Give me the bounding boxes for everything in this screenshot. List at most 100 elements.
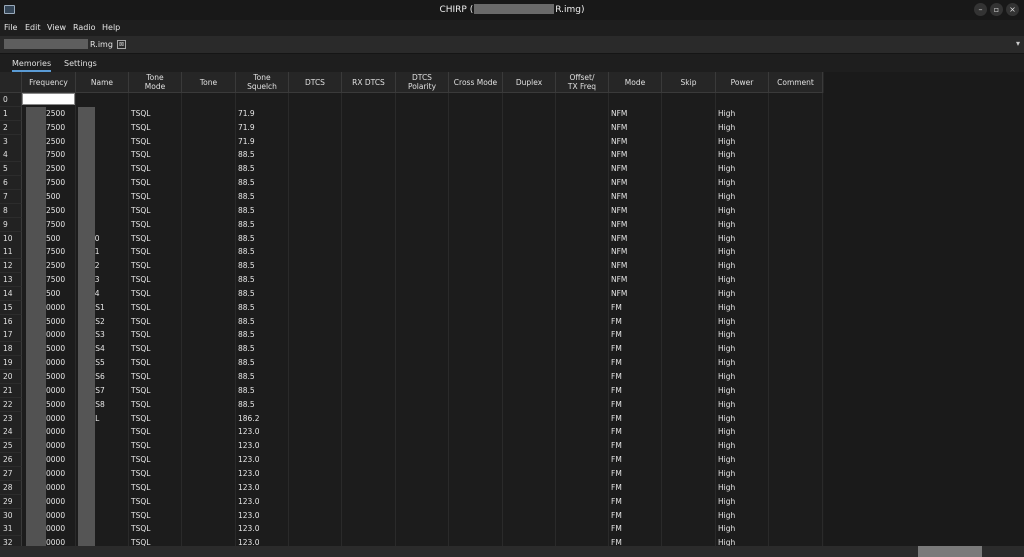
cell-dtcs[interactable] [289, 301, 342, 315]
cell-power[interactable] [716, 93, 769, 107]
cell-mode[interactable]: NFM [609, 107, 662, 121]
column-header-rx-dtcs[interactable]: RX DTCS [342, 72, 396, 93]
cell-power[interactable]: High [716, 287, 769, 301]
cell-power[interactable]: High [716, 453, 769, 467]
row-number[interactable]: 3 [0, 135, 22, 149]
cell-comment[interactable] [769, 232, 823, 246]
cell-mode[interactable]: FM [609, 412, 662, 426]
cell-skip[interactable] [662, 259, 716, 273]
cell-duplex[interactable] [503, 328, 556, 342]
cell-comment[interactable] [769, 425, 823, 439]
cell-comment[interactable] [769, 148, 823, 162]
cell-skip[interactable] [662, 162, 716, 176]
cell-dtcs[interactable] [289, 135, 342, 149]
cell-cross-mode[interactable] [449, 328, 503, 342]
row-number[interactable]: 11 [0, 245, 22, 259]
cell-offset[interactable] [556, 495, 609, 509]
cell-comment[interactable] [769, 467, 823, 481]
cell-offset[interactable] [556, 509, 609, 523]
cell-tone[interactable] [182, 522, 236, 536]
cell-tone-mode[interactable]: TSQL [129, 259, 182, 273]
cell-dtcs[interactable] [289, 176, 342, 190]
cell-skip[interactable] [662, 218, 716, 232]
cell-power[interactable]: High [716, 536, 769, 546]
cell-tone[interactable] [182, 425, 236, 439]
row-number[interactable]: 4 [0, 148, 22, 162]
cell-rx-dtcs[interactable] [342, 176, 396, 190]
cell-tone-squelch[interactable]: 88.5 [236, 328, 289, 342]
row-number[interactable]: 32 [0, 536, 22, 546]
cell-dtcs-polarity[interactable] [396, 135, 449, 149]
cell-tone-mode[interactable]: TSQL [129, 162, 182, 176]
cell-tone[interactable] [182, 301, 236, 315]
cell-duplex[interactable] [503, 259, 556, 273]
cell-duplex[interactable] [503, 232, 556, 246]
cell-duplex[interactable] [503, 398, 556, 412]
cell-cross-mode[interactable] [449, 176, 503, 190]
cell-cross-mode[interactable] [449, 453, 503, 467]
cell-rx-dtcs[interactable] [342, 107, 396, 121]
cell-skip[interactable] [662, 93, 716, 107]
cell-tone-squelch[interactable]: 123.0 [236, 536, 289, 546]
cell-tone[interactable] [182, 412, 236, 426]
cell-dtcs[interactable] [289, 481, 342, 495]
cell-offset[interactable] [556, 370, 609, 384]
row-number[interactable]: 21 [0, 384, 22, 398]
row-number[interactable]: 9 [0, 218, 22, 232]
cell-tone[interactable] [182, 439, 236, 453]
cell-mode[interactable]: FM [609, 370, 662, 384]
cell-rx-dtcs[interactable] [342, 162, 396, 176]
cell-offset[interactable] [556, 398, 609, 412]
cell-tone[interactable] [182, 536, 236, 546]
row-number[interactable]: 24 [0, 425, 22, 439]
cell-tone-squelch[interactable]: 88.5 [236, 273, 289, 287]
row-number[interactable]: 1 [0, 107, 22, 121]
row-number[interactable]: 23 [0, 412, 22, 426]
row-number[interactable]: 28 [0, 481, 22, 495]
cell-rx-dtcs[interactable] [342, 218, 396, 232]
cell-dtcs[interactable] [289, 536, 342, 546]
row-number[interactable]: 20 [0, 370, 22, 384]
cell-tone-mode[interactable]: TSQL [129, 356, 182, 370]
cell-mode[interactable]: NFM [609, 121, 662, 135]
tab-list-dropdown-icon[interactable]: ▾ [1016, 39, 1020, 48]
column-header-dtcs-polarity[interactable]: DTCS Polarity [396, 72, 449, 93]
cell-power[interactable]: High [716, 273, 769, 287]
cell-dtcs-polarity[interactable] [396, 245, 449, 259]
cell-offset[interactable] [556, 107, 609, 121]
cell-tone-mode[interactable]: TSQL [129, 384, 182, 398]
cell-tone[interactable] [182, 342, 236, 356]
cell-power[interactable]: High [716, 190, 769, 204]
cell-tone-mode[interactable]: TSQL [129, 342, 182, 356]
cell-skip[interactable] [662, 287, 716, 301]
cell-rx-dtcs[interactable] [342, 356, 396, 370]
cell-rx-dtcs[interactable] [342, 509, 396, 523]
cell-tone-squelch[interactable]: 123.0 [236, 467, 289, 481]
cell-duplex[interactable] [503, 522, 556, 536]
cell-offset[interactable] [556, 121, 609, 135]
cell-dtcs[interactable] [289, 412, 342, 426]
cell-mode[interactable]: NFM [609, 259, 662, 273]
cell-offset[interactable] [556, 328, 609, 342]
cell-power[interactable]: High [716, 259, 769, 273]
cell-offset[interactable] [556, 301, 609, 315]
cell-mode[interactable]: FM [609, 495, 662, 509]
cell-mode[interactable]: NFM [609, 135, 662, 149]
cell-power[interactable]: High [716, 107, 769, 121]
cell-offset[interactable] [556, 467, 609, 481]
cell-cross-mode[interactable] [449, 218, 503, 232]
cell-rx-dtcs[interactable] [342, 232, 396, 246]
cell-tone-squelch[interactable]: 71.9 [236, 121, 289, 135]
cell-tone-mode[interactable]: TSQL [129, 439, 182, 453]
row-number[interactable]: 16 [0, 315, 22, 329]
cell-duplex[interactable] [503, 245, 556, 259]
cell-tone[interactable] [182, 495, 236, 509]
cell-tone-squelch[interactable]: 88.5 [236, 162, 289, 176]
cell-dtcs-polarity[interactable] [396, 467, 449, 481]
cell-mode[interactable]: FM [609, 328, 662, 342]
cell-skip[interactable] [662, 384, 716, 398]
cell-skip[interactable] [662, 536, 716, 546]
cell-comment[interactable] [769, 107, 823, 121]
cell-tone-mode[interactable]: TSQL [129, 204, 182, 218]
cell-tone[interactable] [182, 121, 236, 135]
